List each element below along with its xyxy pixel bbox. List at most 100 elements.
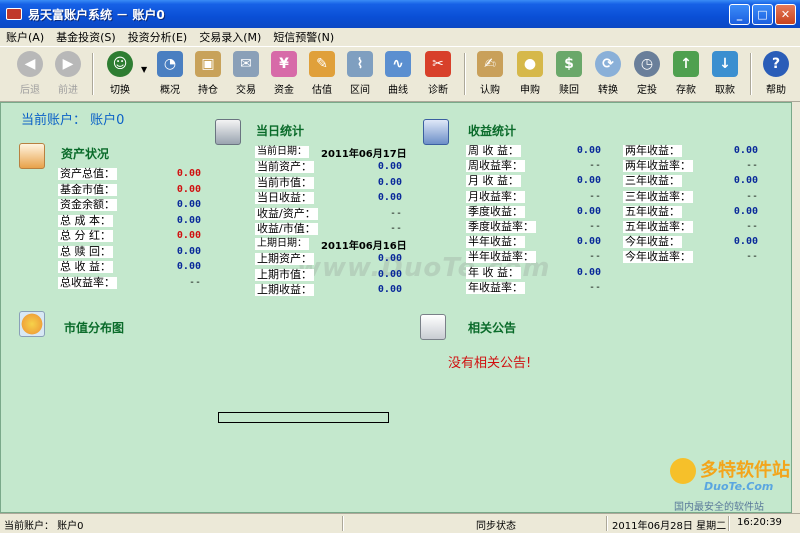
daily-label: 当前资产： — [255, 160, 314, 173]
coins-icon: ¥ — [271, 51, 297, 77]
holding-button[interactable]: ▣ 持仓 — [188, 51, 228, 97]
income-label: 半年收益： — [466, 235, 525, 249]
asset-value: 0.00 — [176, 261, 201, 272]
fixed-invest-button[interactable]: ◷ 定投 — [627, 51, 667, 97]
overview-button[interactable]: ◔ 概况 — [150, 51, 190, 97]
withdraw-button[interactable]: ↓ 取款 — [705, 51, 745, 97]
funds-button[interactable]: ¥ 资金 — [264, 51, 304, 97]
assets-title: 资产状况 — [61, 147, 110, 161]
wallet-icon — [19, 143, 45, 169]
income-long-label: 五年收益： — [623, 204, 682, 218]
income-value: -- — [588, 281, 601, 293]
back-button[interactable]: ◀ 后退 — [10, 51, 50, 97]
asset-value: 0.00 — [176, 168, 201, 179]
daily-value: -- — [389, 207, 402, 219]
user-switch-icon: ☺ — [107, 51, 133, 77]
menu-trade-entry[interactable]: 交易录入(M) — [193, 29, 267, 45]
document-icon: ✉ — [233, 51, 259, 77]
forward-arrow-icon: ▶ — [55, 51, 81, 77]
income-long-label: 今年收益： — [623, 235, 682, 249]
asset-value: 0.00 — [176, 230, 201, 241]
asset-value: -- — [188, 276, 201, 288]
pie-chart-icon: ◔ — [157, 51, 183, 77]
income-long-label: 两年收益： — [623, 144, 682, 157]
curve-button[interactable]: ∿ 曲线 — [378, 51, 418, 97]
announce-message: 没有相关公告! — [448, 356, 532, 371]
menu-fund-invest[interactable]: 基金投资(S) — [50, 29, 122, 45]
newspaper-icon — [420, 314, 446, 340]
toolbar: ◀ 后退 ▶ 前进 ☺ 切换 ▼ ◔ 概况 ▣ 持仓 ✉ 交易 ¥ 资金 ✎ 估… — [0, 46, 800, 102]
vertical-scrollbar[interactable] — [792, 102, 800, 513]
daily-label: 当日收益： — [255, 191, 314, 204]
income-value: 0.00 — [576, 175, 601, 187]
daily-prev-label: 上期收益： — [255, 283, 314, 296]
pencil-chart-icon: ✎ — [309, 51, 335, 77]
app-icon[interactable] — [6, 8, 22, 20]
refresh-icon: ⟳ — [595, 51, 621, 77]
database-add-icon — [215, 119, 241, 145]
status-date: 2011年06月28日 星期二 — [612, 521, 727, 532]
status-account: 当前账户： 账户0 — [4, 521, 84, 532]
minimize-button[interactable]: _ — [729, 4, 750, 25]
daily-title: 当日统计 — [256, 124, 305, 138]
asset-label: 总 收 益： — [58, 260, 113, 273]
valuation-button[interactable]: ✎ 估值 — [302, 51, 342, 97]
income-long-label: 三年收益： — [623, 174, 682, 188]
subscribe-icon: ✍ — [477, 51, 503, 77]
income-label: 周收益率： — [466, 159, 525, 173]
asset-value: 0.00 — [176, 214, 201, 226]
help-icon: ? — [763, 51, 789, 77]
asset-label: 总 分 红： — [58, 229, 113, 242]
deposit-button[interactable]: ↑ 存款 — [666, 51, 706, 97]
purchase-button[interactable]: ● 申购 — [510, 51, 550, 97]
income-label: 年 收 益： — [466, 265, 521, 279]
money-icon: $ — [556, 51, 582, 77]
asset-label: 资金余额： — [58, 198, 117, 211]
range-button[interactable]: ⌇ 区间 — [340, 51, 380, 97]
income-long-value: 0.00 — [733, 205, 758, 217]
asset-value: 0.00 — [176, 183, 201, 195]
income-long-label: 三年收益率： — [623, 189, 693, 203]
daily-value: 0.00 — [377, 176, 402, 188]
menu-sms-alert[interactable]: 短信预警(N) — [267, 29, 340, 45]
forward-button[interactable]: ▶ 前进 — [48, 51, 88, 97]
income-long-value: 0.00 — [733, 175, 758, 187]
income-value: 0.00 — [576, 236, 601, 248]
daily-value: 0.00 — [377, 161, 402, 172]
income-long-value: -- — [745, 251, 758, 263]
income-label: 季度收益： — [466, 204, 525, 218]
briefcase-icon: ▣ — [195, 51, 221, 77]
help-button[interactable]: ? 帮助 — [756, 51, 796, 97]
daily-prev-value: 0.00 — [377, 268, 402, 280]
income-label: 季度收益率： — [466, 220, 536, 233]
subscribe-button[interactable]: ✍ 认购 — [470, 51, 510, 97]
distribution-title: 市值分布图 — [64, 321, 125, 335]
income-long-value: -- — [745, 221, 758, 232]
prev-date-label: 上期日期： — [255, 238, 309, 250]
maximize-button[interactable]: □ — [752, 4, 773, 25]
withdraw-icon: ↓ — [712, 51, 738, 77]
income-value: 0.00 — [576, 145, 601, 156]
close-button[interactable]: ✕ — [775, 4, 796, 25]
switch-button[interactable]: ☺ 切换 — [100, 51, 140, 97]
trade-button[interactable]: ✉ 交易 — [226, 51, 266, 97]
menu-invest-analysis[interactable]: 投资分析(E) — [122, 29, 194, 45]
title-bar: 易天富账户系统 － 账户0 _ □ ✕ — [0, 0, 800, 28]
daily-prev-label: 上期资产： — [255, 252, 314, 265]
window-title: 易天富账户系统 － 账户0 — [28, 7, 165, 22]
daily-prev-label: 上期市值： — [255, 267, 314, 281]
diagnose-button[interactable]: ✂ 诊断 — [418, 51, 458, 97]
convert-button[interactable]: ⟳ 转换 — [588, 51, 628, 97]
menu-account[interactable]: 账户(A) — [0, 29, 50, 45]
daily-prev-value: 0.00 — [377, 284, 402, 295]
income-value: 0.00 — [576, 205, 601, 217]
current-account-title: 当前账户： 账户0 — [21, 113, 125, 128]
range-chart-icon: ⌇ — [347, 51, 373, 77]
income-label: 半年收益率： — [466, 250, 536, 264]
redeem-button[interactable]: $ 赎回 — [549, 51, 589, 97]
daily-value: -- — [389, 223, 402, 234]
income-label: 周 收 益： — [466, 144, 521, 157]
income-value: -- — [588, 251, 601, 263]
switch-dropdown-icon[interactable]: ▼ — [141, 65, 147, 74]
mascot-icon — [670, 458, 696, 484]
